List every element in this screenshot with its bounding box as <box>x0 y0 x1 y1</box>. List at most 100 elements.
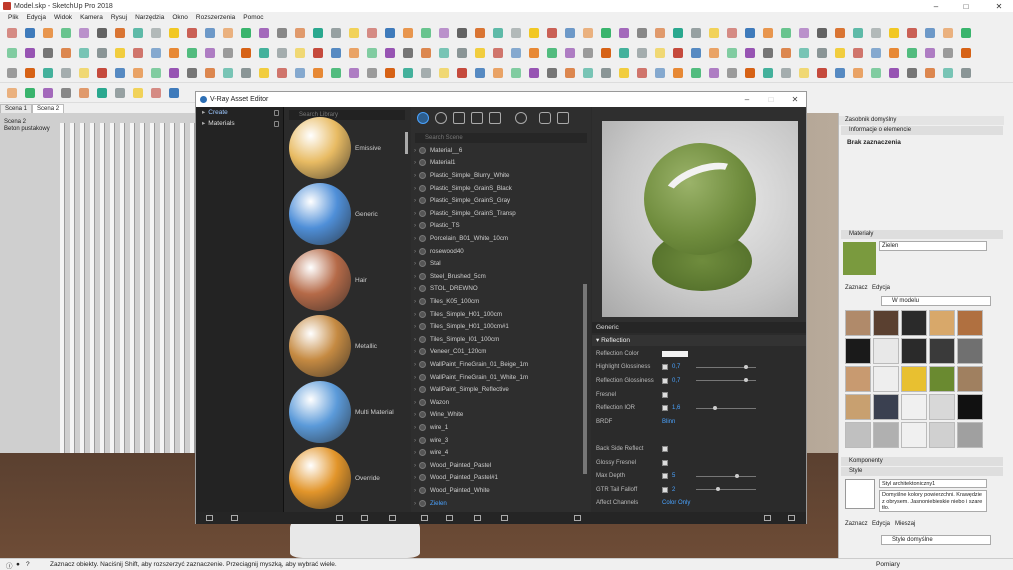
materials-filter-icon[interactable] <box>417 112 429 124</box>
expand-icon[interactable]: › <box>411 197 419 204</box>
toolbar-icon[interactable] <box>706 45 722 61</box>
toolbar-icon[interactable] <box>580 45 596 61</box>
footer-icon[interactable] <box>206 515 213 521</box>
toolbar-icon[interactable] <box>274 25 290 41</box>
toolbar-icon[interactable] <box>166 85 182 101</box>
material-name-field[interactable]: Zielen <box>879 241 987 251</box>
expand-icon[interactable]: › <box>411 487 419 494</box>
toolbar-icon[interactable] <box>130 25 146 41</box>
toolbar-icon[interactable] <box>904 45 920 61</box>
property-value[interactable]: 2 <box>672 487 696 493</box>
material-row[interactable]: › Porcelain_B01_White_10cm <box>411 232 589 245</box>
toolbar-icon[interactable] <box>850 45 866 61</box>
toolbar-icon[interactable] <box>22 25 38 41</box>
toolbar-icon[interactable] <box>364 65 380 81</box>
toolbar-icon[interactable] <box>94 85 110 101</box>
material-row[interactable]: › wire_3 <box>411 434 589 447</box>
toolbar-icon[interactable] <box>526 65 542 81</box>
material-collection-select[interactable]: W modelu <box>881 296 991 306</box>
material-row[interactable]: › WallPaint_FineGrain_01_White_1m <box>411 371 589 384</box>
toolbar-icon[interactable] <box>76 25 92 41</box>
toolbar-icon[interactable] <box>778 65 794 81</box>
expand-icon[interactable]: › <box>411 386 419 393</box>
toolbar-icon[interactable] <box>418 65 434 81</box>
toolbar-icon[interactable] <box>922 25 938 41</box>
toolbar-icon[interactable] <box>562 45 578 61</box>
toolbar-icon[interactable] <box>130 65 146 81</box>
material-row[interactable]: › Wine_White <box>411 409 589 422</box>
toolbar-icon[interactable] <box>706 25 722 41</box>
material-thumbnail[interactable] <box>901 366 927 392</box>
toolbar-icon[interactable] <box>166 45 182 61</box>
tree-item-materials[interactable]: ▸ Materials <box>196 118 283 129</box>
toolbar-icon[interactable] <box>166 25 182 41</box>
toolbar-icon[interactable] <box>724 65 740 81</box>
toolbar-icon[interactable] <box>544 25 560 41</box>
footer-icon[interactable] <box>764 515 771 521</box>
slider-handle[interactable] <box>743 364 748 369</box>
slider-handle[interactable] <box>735 473 740 478</box>
checkbox[interactable] <box>662 459 668 466</box>
toolbar-icon[interactable] <box>850 25 866 41</box>
toolbar-icon[interactable] <box>40 25 56 41</box>
toolbar-icon[interactable] <box>886 25 902 41</box>
toolbar-icon[interactable] <box>796 45 812 61</box>
toolbar-icon[interactable] <box>346 45 362 61</box>
property-value[interactable]: 0,7 <box>672 378 696 384</box>
toolbar-icon[interactable] <box>760 25 776 41</box>
toolbar-icon[interactable] <box>184 25 200 41</box>
style-tab-edit[interactable]: Edycja <box>872 521 890 527</box>
settings-gear-icon[interactable] <box>515 112 527 124</box>
material-row[interactable]: › WallPaint_Simple_Reflective <box>411 383 589 396</box>
material-thumbnail[interactable] <box>845 422 871 448</box>
toolbar-icon[interactable] <box>670 65 686 81</box>
toolbar-icon[interactable] <box>112 25 128 41</box>
style-collection-select[interactable]: Style domyślne <box>881 535 991 545</box>
material-row[interactable]: › Wood_Painted_Pastel#1 <box>411 472 589 485</box>
property-value[interactable]: 1,6 <box>672 405 696 411</box>
toolbar-icon[interactable] <box>220 25 236 41</box>
footer-icon[interactable] <box>574 515 581 521</box>
toolbar-icon[interactable] <box>940 65 956 81</box>
toolbar-icon[interactable] <box>958 45 974 61</box>
value-slider[interactable] <box>696 364 756 369</box>
toolbar-icon[interactable] <box>274 65 290 81</box>
template-item[interactable]: Multi Material <box>287 381 407 447</box>
material-row[interactable]: › WallPaint_FineGrain_01_Beige_1m <box>411 358 589 371</box>
toolbar-icon[interactable] <box>886 65 902 81</box>
value-slider[interactable] <box>696 378 756 383</box>
toolbar-icon[interactable] <box>778 45 794 61</box>
slider-handle[interactable] <box>715 487 720 492</box>
toolbar-icon[interactable] <box>76 65 92 81</box>
expand-icon[interactable]: › <box>411 411 419 418</box>
toolbar-icon[interactable] <box>292 25 308 41</box>
material-thumbnail[interactable] <box>929 338 955 364</box>
toolbar-icon[interactable] <box>760 65 776 81</box>
material-thumbnail[interactable] <box>901 394 927 420</box>
material-row[interactable]: › Wood_Painted_Pastel <box>411 459 589 472</box>
expand-icon[interactable]: › <box>411 285 419 292</box>
toolbar-icon[interactable] <box>256 25 272 41</box>
expand-icon[interactable]: › <box>411 361 419 368</box>
menu-item[interactable]: Narzędzia <box>131 14 168 21</box>
toolbar-icon[interactable] <box>4 85 20 101</box>
material-thumbnail[interactable] <box>901 310 927 336</box>
toolbar-icon[interactable] <box>58 25 74 41</box>
template-item[interactable]: Hair <box>287 249 407 315</box>
footer-icon[interactable] <box>389 515 396 521</box>
material-thumbnail[interactable] <box>845 366 871 392</box>
checkbox[interactable] <box>662 473 668 480</box>
toolbar-icon[interactable] <box>40 85 56 101</box>
checkbox[interactable] <box>662 377 668 384</box>
style-tab-select[interactable]: Zaznacz <box>845 521 868 527</box>
material-row[interactable]: › Plastic_TS <box>411 220 589 233</box>
checkbox[interactable] <box>662 391 668 398</box>
menu-item[interactable]: Rozszerzenia <box>192 14 239 21</box>
toolbar-icon[interactable] <box>868 25 884 41</box>
toolbar-icon[interactable] <box>94 25 110 41</box>
expand-icon[interactable]: › <box>411 172 419 179</box>
toolbar-icon[interactable] <box>94 65 110 81</box>
materials-section-header[interactable]: Materiały <box>841 230 1003 239</box>
template-item[interactable]: Emissive <box>287 117 407 183</box>
toolbar-icon[interactable] <box>328 65 344 81</box>
